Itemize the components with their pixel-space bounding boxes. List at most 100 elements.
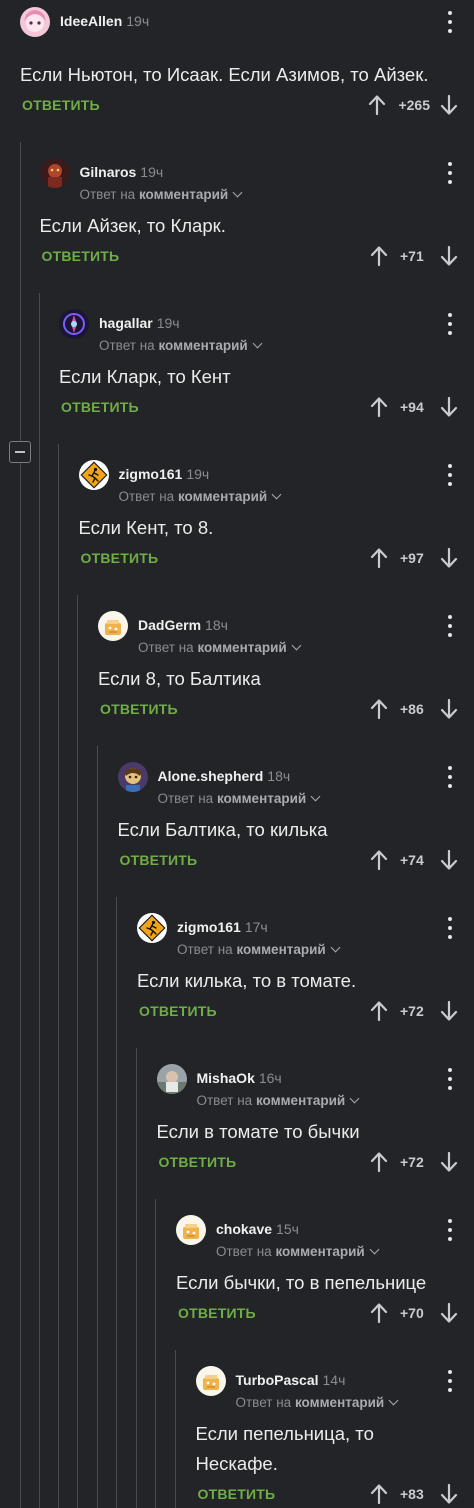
comment: zigmo161 19ч Ответ на комментарий Если Ке… [78,453,474,604]
chevron-down-icon [291,640,302,651]
downvote-arrow-icon[interactable] [440,1000,458,1022]
more-options-icon[interactable] [444,917,456,939]
avatar[interactable] [78,460,109,490]
chevron-down-icon [330,942,341,953]
thread-level-line [155,1199,156,1508]
comment-header: IdeeAllen 19ч [20,0,474,46]
vote-controls: +94 [370,394,458,420]
reply-to-link[interactable]: Ответ на комментарий [158,791,321,806]
reply-to-link[interactable]: Ответ на комментарий [216,1244,380,1259]
downvote-arrow-icon[interactable] [440,849,458,871]
thread-level-line [58,444,59,1508]
comment-text: Если Кент, то 8. [78,517,214,538]
collapse-thread-button[interactable] [9,441,31,463]
downvote-arrow-icon[interactable] [440,396,458,418]
downvote-arrow-icon[interactable] [440,94,458,116]
reply-to-link[interactable]: Ответ на комментарий [197,1093,360,1108]
author-name[interactable]: IdeeAllen 19ч [60,13,149,29]
reply-button[interactable]: ОТВЕТИТЬ [81,550,159,566]
comment-time: 15ч [276,1221,299,1237]
reply-to-link[interactable]: Ответ на комментарий [119,489,282,504]
comment-text: Если бычки, то в пепельнице [176,1272,427,1293]
avatar[interactable] [117,762,148,792]
more-options-icon[interactable] [444,162,456,184]
comment: MishaOk 16ч Ответ на комментарий Если в т… [156,1057,474,1208]
comment: DadGerm 18ч Ответ на комментарий Если 8, … [98,604,474,755]
reply-to-link[interactable]: Ответ на комментарий [138,640,302,655]
upvote-arrow-icon[interactable] [368,94,386,116]
upvote-arrow-icon[interactable] [370,547,388,569]
author-name[interactable]: Gilnaros 19ч [80,164,164,180]
downvote-arrow-icon[interactable] [440,1483,458,1505]
comment-header: zigmo161 19ч Ответ на комментарий [78,453,474,504]
vote-count: +94 [400,399,424,415]
author-name[interactable]: zigmo161 19ч [119,466,210,482]
reply-to-link[interactable]: Ответ на комментарий [99,338,263,353]
reply-button[interactable]: ОТВЕТИТЬ [120,852,198,868]
comment-header: hagallar 19ч Ответ на комментарий [59,302,474,353]
avatar[interactable] [195,1366,226,1396]
comment-actions: ОТВЕТИТЬ +74 [118,847,474,873]
author-name[interactable]: chokave 15ч [216,1221,299,1237]
author-name[interactable]: MishaOk 16ч [197,1070,282,1086]
reply-button[interactable]: ОТВЕТИТЬ [22,97,100,113]
vote-count: +97 [400,550,424,566]
reply-button[interactable]: ОТВЕТИТЬ [139,1003,217,1019]
more-options-icon[interactable] [444,1370,456,1392]
more-options-icon[interactable] [444,11,456,33]
thread-level-line [77,595,78,1508]
upvote-arrow-icon[interactable] [370,698,388,720]
upvote-arrow-icon[interactable] [370,1483,388,1505]
avatar[interactable] [59,309,89,339]
reply-button[interactable]: ОТВЕТИТЬ [178,1305,256,1321]
author-name[interactable]: zigmo161 17ч [177,919,268,935]
author-name[interactable]: Alone.shepherd 18ч [158,768,291,784]
upvote-arrow-icon[interactable] [370,849,388,871]
reply-to-link[interactable]: Ответ на комментарий [177,942,341,957]
reply-button[interactable]: ОТВЕТИТЬ [198,1486,276,1502]
upvote-arrow-icon[interactable] [370,396,388,418]
reply-to-link[interactable]: Ответ на комментарий [236,1395,399,1410]
upvote-arrow-icon[interactable] [370,1151,388,1173]
avatar[interactable] [98,611,128,641]
vote-controls: +265 [368,92,458,118]
reply-button[interactable]: ОТВЕТИТЬ [159,1154,237,1170]
more-options-icon[interactable] [444,1068,456,1090]
comment-actions: ОТВЕТИТЬ +71 [40,243,474,269]
more-options-icon[interactable] [444,615,456,637]
downvote-arrow-icon[interactable] [440,698,458,720]
downvote-arrow-icon[interactable] [440,1302,458,1324]
reply-button[interactable]: ОТВЕТИТЬ [42,248,120,264]
reply-to-link[interactable]: Ответ на комментарий [80,187,243,202]
reply-button[interactable]: ОТВЕТИТЬ [61,399,139,415]
more-options-icon[interactable] [444,766,456,788]
upvote-arrow-icon[interactable] [370,1000,388,1022]
vote-count: +83 [400,1486,424,1502]
avatar[interactable] [176,1215,206,1245]
thread-level-line [175,1350,176,1508]
avatar[interactable] [137,913,167,943]
comment: hagallar 19ч Ответ на комментарий Если Кл… [59,302,474,453]
comment-header: DadGerm 18ч Ответ на комментарий [98,604,474,655]
comment-thread: IdeeAllen 19ч Если Ньютон, то Исаак. Если… [0,0,474,1508]
downvote-arrow-icon[interactable] [440,547,458,569]
author-name[interactable]: DadGerm 18ч [138,617,228,633]
avatar[interactable] [39,158,70,188]
comment-time: 18ч [267,768,291,784]
comment-header: Gilnaros 19ч Ответ на комментарий [39,151,474,202]
comment-time: 19ч [140,164,164,180]
comment-actions: ОТВЕТИТЬ +86 [98,696,474,722]
thread-level-line [116,897,117,1508]
upvote-arrow-icon[interactable] [370,1302,388,1324]
more-options-icon[interactable] [444,313,456,335]
author-name[interactable]: hagallar 19ч [99,315,180,331]
downvote-arrow-icon[interactable] [440,1151,458,1173]
avatar[interactable] [20,7,50,37]
more-options-icon[interactable] [444,464,456,486]
reply-button[interactable]: ОТВЕТИТЬ [100,701,178,717]
upvote-arrow-icon[interactable] [370,245,388,267]
more-options-icon[interactable] [444,1219,456,1241]
author-name[interactable]: TurboPascal 14ч [236,1372,346,1388]
avatar[interactable] [156,1064,187,1094]
downvote-arrow-icon[interactable] [440,245,458,267]
